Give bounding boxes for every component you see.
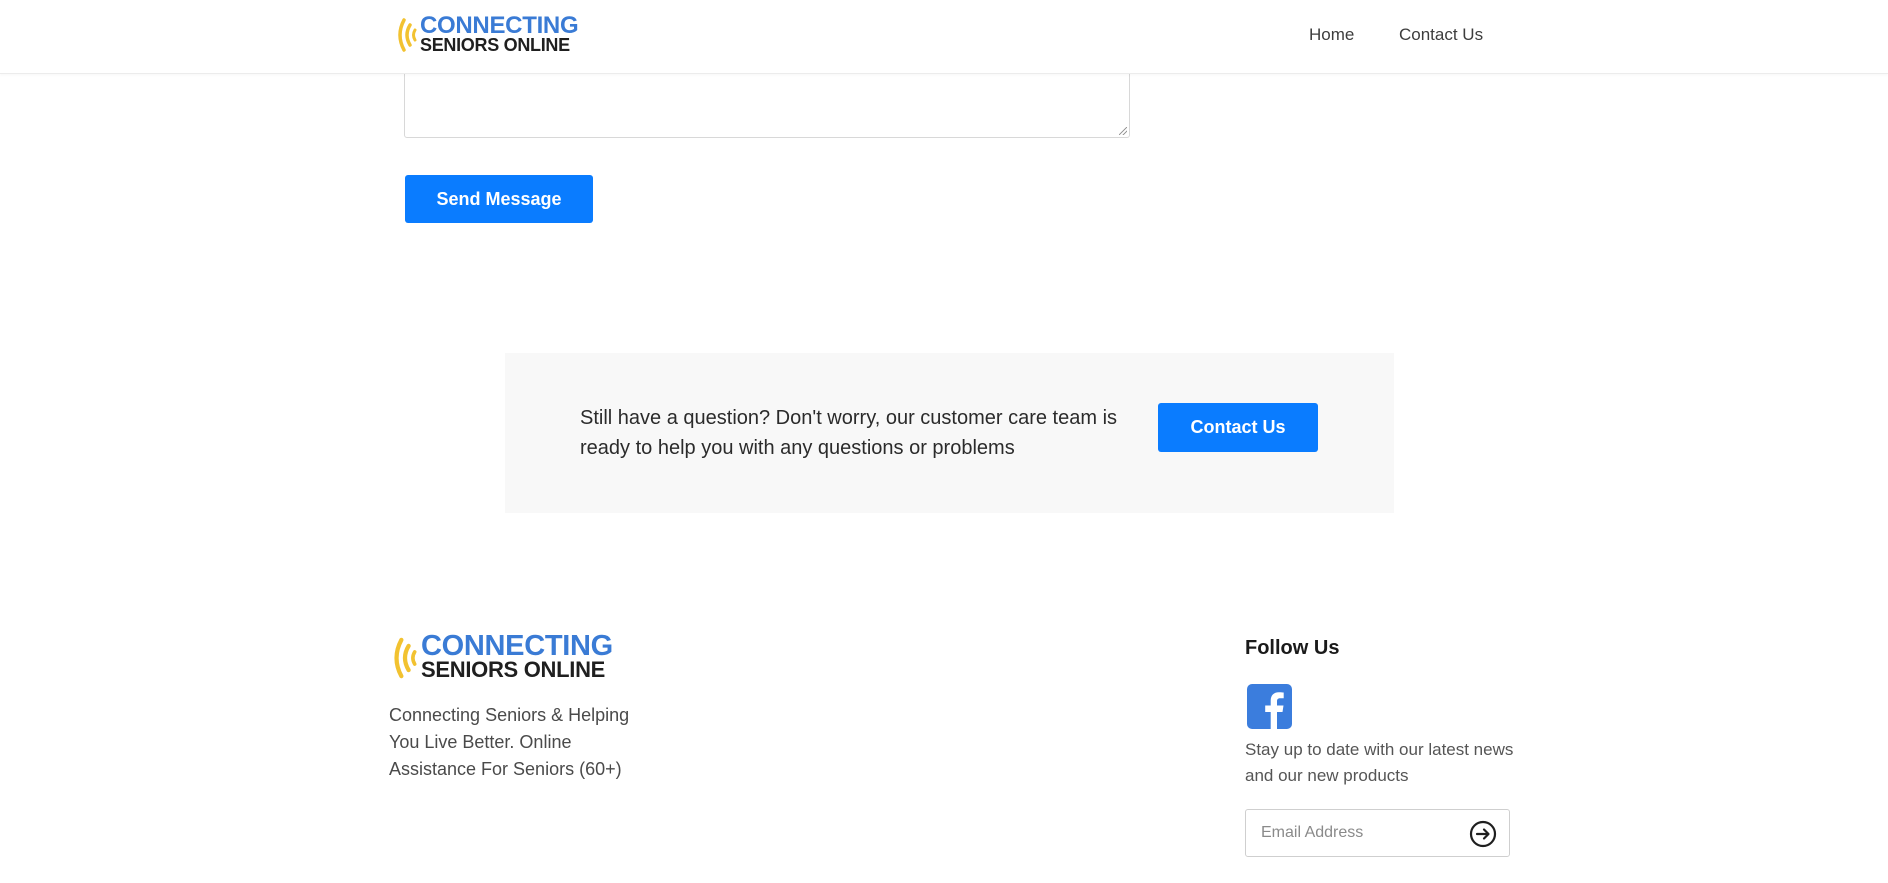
page: CONNECTING SENIORS ONLINE Home Contact U… bbox=[0, 0, 1888, 883]
facebook-icon[interactable] bbox=[1247, 684, 1292, 729]
nav-home-link[interactable]: Home bbox=[1309, 24, 1354, 46]
signal-waves-icon bbox=[394, 637, 417, 678]
logo-wordmark: CONNECTING SENIORS ONLINE bbox=[421, 630, 613, 682]
arrow-right-circle-icon[interactable] bbox=[1469, 820, 1497, 848]
site-header: CONNECTING SENIORS ONLINE Home Contact U… bbox=[0, 0, 1888, 74]
footer-logo[interactable]: CONNECTING SENIORS ONLINE bbox=[389, 630, 613, 682]
support-cta: Still have a question? Don't worry, our … bbox=[505, 353, 1394, 513]
newsletter-text: Stay up to date with our latest news and… bbox=[1245, 740, 1514, 785]
cta-text: Still have a question? Don't worry, our … bbox=[580, 407, 1118, 459]
send-message-button[interactable]: Send Message bbox=[405, 175, 593, 223]
logo-line-1: CONNECTING bbox=[420, 12, 579, 39]
follow-us-heading: Follow Us bbox=[1245, 637, 1340, 659]
nav-contact-link[interactable]: Contact Us bbox=[1399, 24, 1483, 46]
newsletter-form bbox=[1245, 809, 1510, 857]
cta-contact-button[interactable]: Contact Us bbox=[1158, 403, 1318, 452]
logo-wordmark: CONNECTING SENIORS ONLINE bbox=[420, 12, 579, 55]
footer-tagline: Connecting Seniors & Helping You Live Be… bbox=[389, 705, 630, 779]
logo-line-2: SENIORS ONLINE bbox=[420, 35, 570, 55]
logo-line-2: SENIORS ONLINE bbox=[421, 657, 606, 682]
signal-waves-icon bbox=[398, 18, 417, 52]
email-input[interactable] bbox=[1246, 810, 1461, 856]
header-logo[interactable]: CONNECTING SENIORS ONLINE bbox=[394, 12, 579, 55]
resize-handle-icon[interactable] bbox=[1119, 127, 1127, 135]
logo-line-1: CONNECTING bbox=[421, 630, 613, 662]
